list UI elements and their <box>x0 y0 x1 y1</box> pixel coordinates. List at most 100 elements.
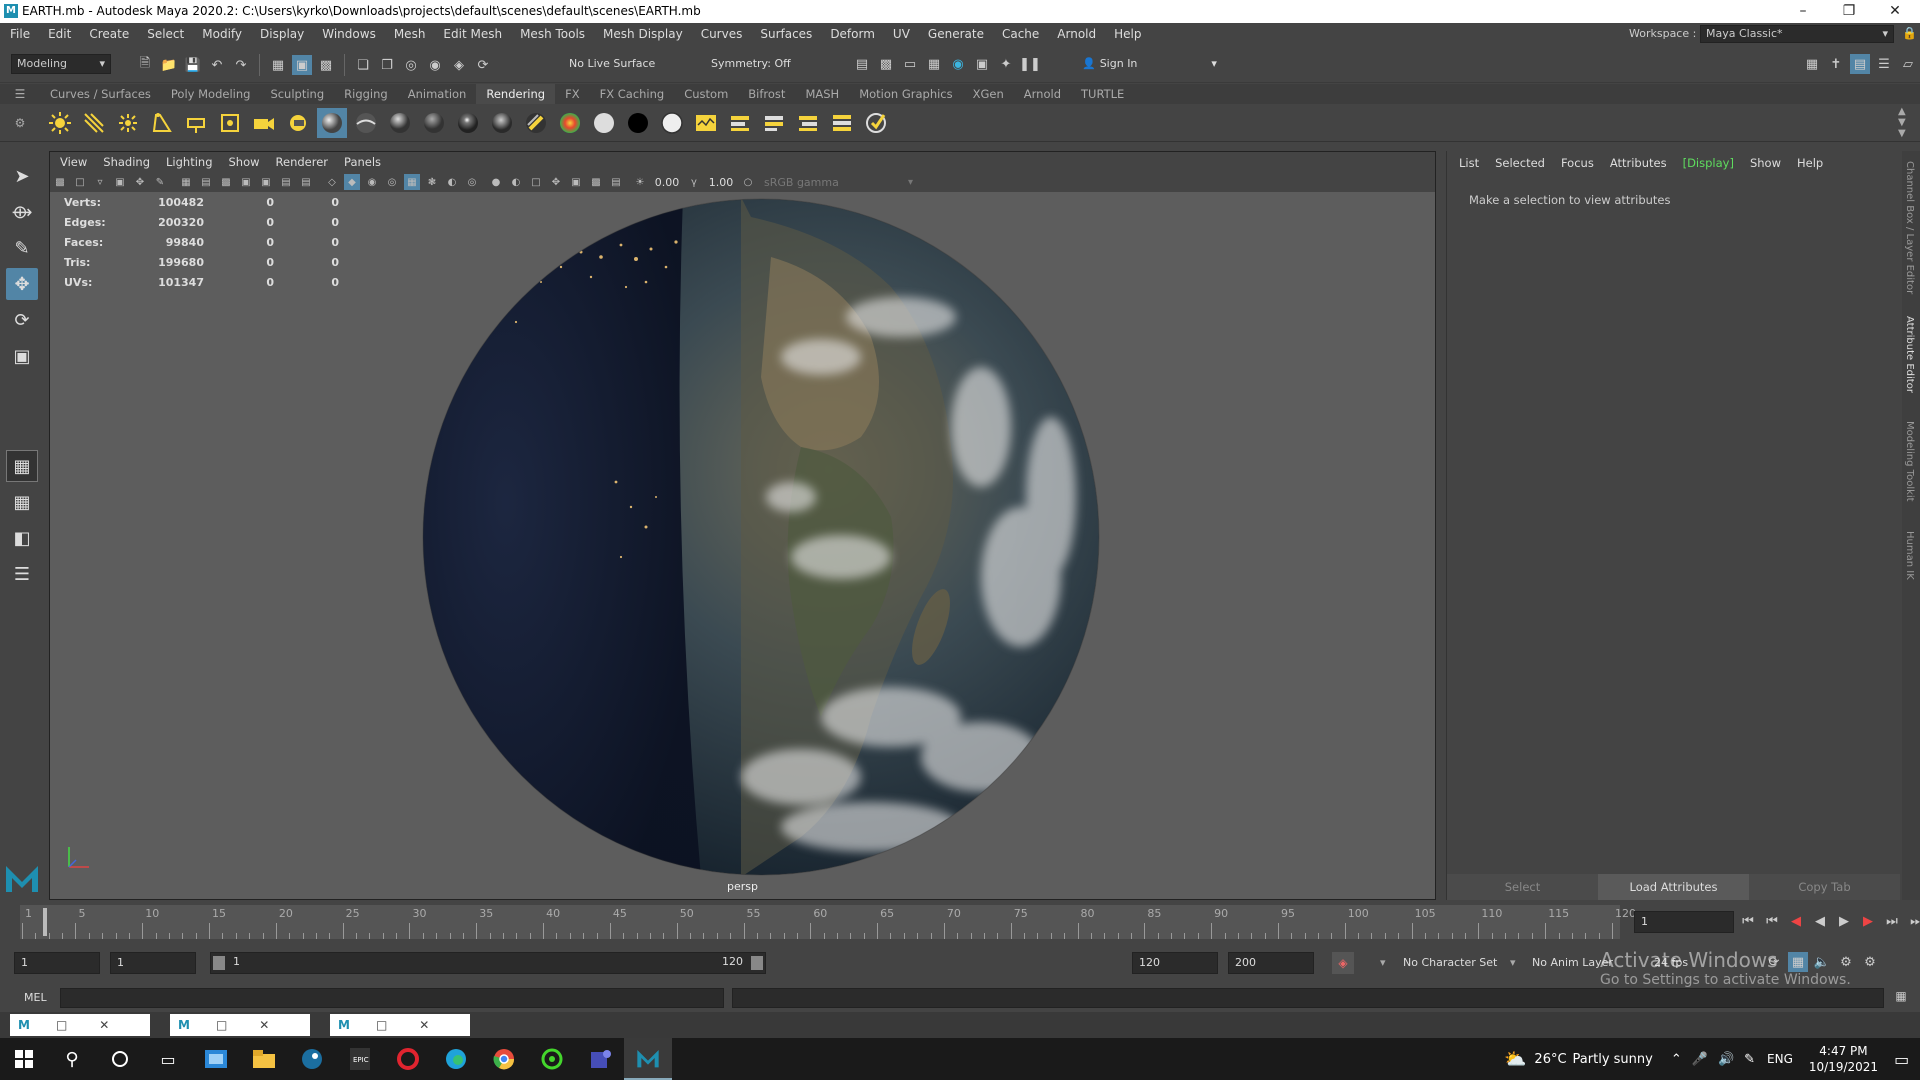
shelf-tab-custom[interactable]: Custom <box>674 84 738 104</box>
task-view-icon[interactable]: ▭ <box>144 1038 192 1080</box>
volume-icon[interactable]: 🔊 <box>1718 1052 1734 1067</box>
live-surface-label[interactable]: No Live Surface <box>569 57 655 70</box>
symmetry-dropdown[interactable]: Symmetry: Off <box>711 57 791 70</box>
ae-menu-attributes[interactable]: Attributes <box>1610 156 1667 170</box>
clock-date[interactable]: 10/19/2021 <box>1809 1059 1878 1075</box>
save-scene-icon[interactable]: 💾 <box>183 55 203 75</box>
restore-icon[interactable]: □ <box>376 1018 387 1032</box>
snap-grid-icon[interactable]: ❏ <box>353 55 373 75</box>
aa-icon[interactable]: ▤ <box>608 174 624 190</box>
restore-icon[interactable]: □ <box>56 1018 67 1032</box>
prev-key-icon[interactable]: ◀ <box>1786 911 1806 931</box>
weather-icon[interactable]: ⛅ <box>1504 1049 1526 1070</box>
lock-icon[interactable]: 🔒 <box>1902 26 1917 40</box>
shelf-tab-poly-modeling[interactable]: Poly Modeling <box>161 84 261 104</box>
ae-menu-focus[interactable]: Focus <box>1561 156 1594 170</box>
menu-edit[interactable]: Edit <box>48 27 71 41</box>
two-d-pan-icon[interactable]: ✥ <box>132 174 148 190</box>
white-sphere-icon[interactable] <box>589 108 619 138</box>
volume-light-icon[interactable] <box>215 108 245 138</box>
pen-icon[interactable]: ✎ <box>1744 1052 1755 1067</box>
menu-mesh-display[interactable]: Mesh Display <box>603 27 683 41</box>
ambient-light-icon[interactable] <box>45 108 75 138</box>
exposure-icon[interactable]: ☀ <box>632 174 648 190</box>
restore-icon[interactable]: □ <box>216 1018 227 1032</box>
isolate-select-icon[interactable]: ● <box>488 174 504 190</box>
ae-menu-list[interactable]: List <box>1459 156 1479 170</box>
toggle-heads-up-icon[interactable]: ▣ <box>568 174 584 190</box>
menu-cache[interactable]: Cache <box>1002 27 1039 41</box>
menu-display[interactable]: Display <box>260 27 304 41</box>
outliner-icon[interactable]: ☰ <box>6 558 38 590</box>
chevron-down-icon[interactable]: ▾ <box>908 177 913 188</box>
sphere-shader-7-icon[interactable] <box>521 108 551 138</box>
range-slider[interactable]: 1 120 <box>210 952 766 974</box>
clock-time[interactable]: 4:47 PM <box>1819 1043 1867 1059</box>
chevron-down-icon[interactable]: ▾ <box>1510 956 1516 969</box>
range-slider-handle-right[interactable] <box>751 956 763 970</box>
menuset-dropdown[interactable]: Modeling ▾ <box>11 54 111 74</box>
pause-viewport-icon[interactable]: ❚❚ <box>1019 54 1041 74</box>
close-icon[interactable]: ✕ <box>419 1018 429 1032</box>
scale-tool-icon[interactable]: ▣ <box>6 340 38 372</box>
minimized-window-tab[interactable]: M □ ✕ <box>170 1014 310 1036</box>
shelf-options-icon[interactable]: ⚙ <box>0 116 40 130</box>
directional-light-icon[interactable] <box>79 108 109 138</box>
point-light-icon[interactable] <box>113 108 143 138</box>
select-object-icon[interactable]: ▣ <box>292 55 312 75</box>
single-perspective-icon[interactable]: ▦ <box>6 450 38 482</box>
file-explorer-icon[interactable] <box>240 1038 288 1080</box>
playback-end-field[interactable]: 120 <box>1132 952 1218 974</box>
ae-menu-selected[interactable]: Selected <box>1495 156 1545 170</box>
move-tool-icon[interactable]: ✥ <box>6 268 38 300</box>
viewport-menu-view[interactable]: View <box>60 155 87 169</box>
image-plane-icon[interactable]: ▣ <box>112 174 128 190</box>
four-view-icon[interactable]: ▦ <box>6 486 38 518</box>
mel-input[interactable] <box>60 988 724 1008</box>
hypershade-icon[interactable] <box>691 108 721 138</box>
shelf-tab-sculpting[interactable]: Sculpting <box>260 84 334 104</box>
shelf-tab-fx-caching[interactable]: FX Caching <box>590 84 675 104</box>
viewport-menu-show[interactable]: Show <box>229 155 260 169</box>
render-setup-icon[interactable]: ▣ <box>972 54 992 74</box>
field-chart-icon[interactable]: ▣ <box>258 174 274 190</box>
weather-text[interactable]: Partly sunny <box>1573 1052 1653 1067</box>
sound-icon[interactable]: 🔈 <box>1812 952 1832 972</box>
playback-start-field[interactable]: 1 <box>110 952 196 974</box>
ae-menu-show[interactable]: Show <box>1750 156 1781 170</box>
sphere-shader-3-icon[interactable] <box>385 108 415 138</box>
xray-active-icon[interactable]: ✥ <box>548 174 564 190</box>
windows-start-icon[interactable] <box>0 1038 48 1080</box>
shelf-tab-xgen[interactable]: XGen <box>963 84 1014 104</box>
xray-icon[interactable]: ◐ <box>508 174 524 190</box>
opera-icon[interactable] <box>384 1038 432 1080</box>
undo-icon[interactable]: ↶ <box>207 55 227 75</box>
mel-label[interactable]: MEL <box>24 991 47 1004</box>
step-back-key-icon[interactable]: ⏮ <box>1762 911 1782 931</box>
copy-tab-button[interactable]: Copy Tab <box>1749 874 1900 900</box>
exposure-value[interactable]: 0.00 <box>650 176 684 189</box>
menu-help[interactable]: Help <box>1114 27 1141 41</box>
minimize-button[interactable]: – <box>1780 0 1826 23</box>
attribute-editor-icon[interactable]: ▤ <box>1850 54 1870 74</box>
camera-icon[interactable] <box>249 108 279 138</box>
open-scene-icon[interactable]: 📁 <box>159 55 179 75</box>
film-gate-icon[interactable]: ▤ <box>198 174 214 190</box>
ae-menu-help[interactable]: Help <box>1797 156 1823 170</box>
cache-playback-icon[interactable]: ▦ <box>1788 952 1808 972</box>
lasso-tool-icon[interactable]: ⟴ <box>6 196 38 228</box>
render-settings-icon[interactable] <box>283 108 313 138</box>
razer-icon[interactable] <box>528 1038 576 1080</box>
viewport-panel[interactable]: View Shading Lighting Show Renderer Panels ▩ … <box>49 151 1436 900</box>
shelf-tab-arnold[interactable]: Arnold <box>1014 84 1071 104</box>
menu-file[interactable]: File <box>10 27 30 41</box>
resolution-gate-icon[interactable]: ▩ <box>218 174 234 190</box>
menu-edit-mesh[interactable]: Edit Mesh <box>443 27 502 41</box>
maximize-button[interactable]: ❐ <box>1826 0 1872 23</box>
ae-menu-display[interactable]: [Display] <box>1683 156 1734 170</box>
new-scene-icon[interactable]: 🗎 <box>135 55 155 75</box>
snap-view-icon[interactable]: ◉ <box>425 55 445 75</box>
range-slider-handle-left[interactable] <box>213 956 225 970</box>
grease-pencil-icon[interactable]: ✎ <box>152 174 168 190</box>
close-icon[interactable]: ✕ <box>259 1018 269 1032</box>
